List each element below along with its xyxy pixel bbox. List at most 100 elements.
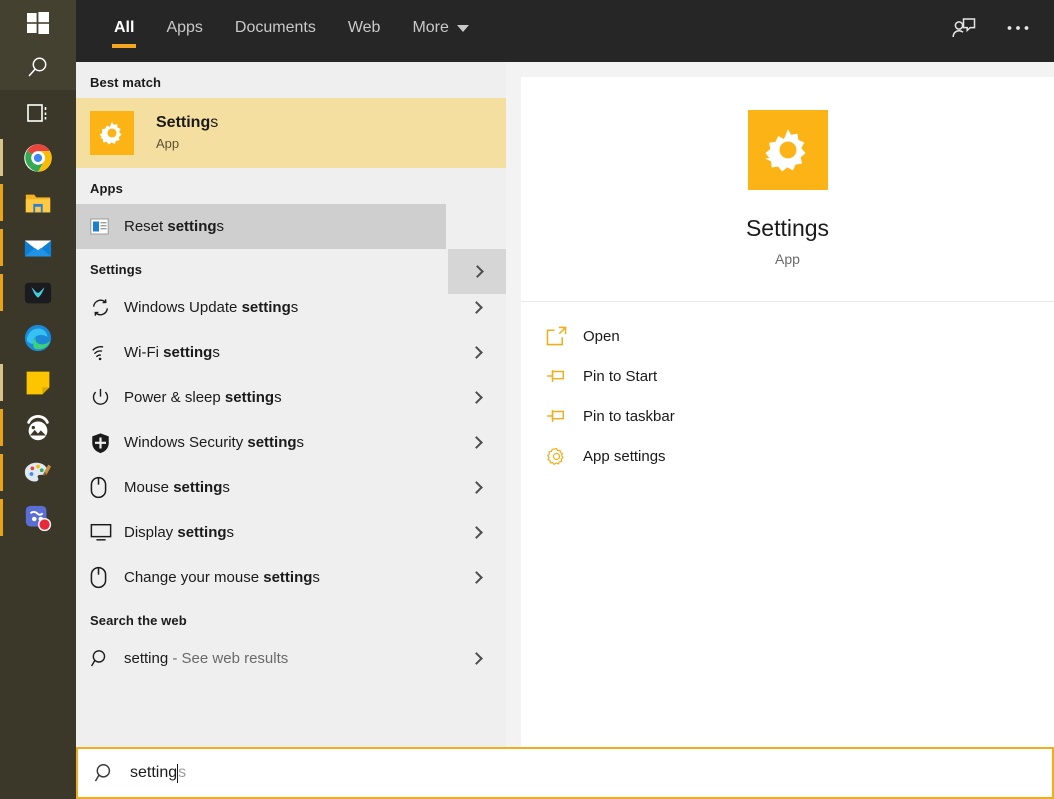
best-match-row[interactable]: Settings App [76,98,506,168]
search-button[interactable] [0,45,76,90]
open-icon [546,326,583,346]
list-item-windows-security-settings[interactable]: Windows Security settings [76,420,506,465]
tab-apps[interactable]: Apps [150,0,218,56]
chevron-right-icon [469,481,483,494]
tab-documents[interactable]: Documents [219,0,332,56]
taskbar-mail[interactable] [0,225,76,270]
list-item-wifi-settings[interactable]: Wi-Fi settings [76,330,506,375]
tab-web[interactable]: Web [332,0,397,56]
expand-button[interactable] [446,636,506,681]
label-pre: Mouse [124,479,174,496]
power-icon [90,387,124,408]
task-view-button[interactable] [0,90,76,135]
list-item-change-your-mouse-settings[interactable]: Change your mouse settings [76,555,506,600]
action-pin-to-start[interactable]: Pin to Start [521,356,1054,396]
folder-icon [25,194,51,212]
best-match-title: Settings [156,113,218,133]
label-post: s [296,434,305,451]
label-post: s [290,299,299,316]
predator-icon [24,282,52,303]
taskbar-sticky-notes[interactable] [0,360,76,405]
search-tabs: All Apps Documents Web More [76,0,485,56]
ellipsis-icon [1007,26,1029,30]
action-app-settings[interactable]: App settings [521,436,1054,476]
expand-button[interactable] [446,420,506,465]
chrome-icon [24,143,52,172]
search-icon [28,57,47,76]
expand-button[interactable] [446,330,506,375]
label-post: s [216,218,225,235]
label-bold: setting [173,479,223,496]
start-button[interactable] [0,0,76,45]
label-pre: setting [124,650,169,667]
settings-app-icon-large [747,110,828,190]
search-input[interactable]: setting s [130,763,187,783]
expand-button[interactable] [446,555,506,600]
settings-header: Settings [90,262,143,277]
preview-card: Settings App Open Pin to Start Pin to ta… [521,77,1054,747]
label-post: s [212,344,220,361]
control-panel-icon [90,218,124,235]
list-item-label: Wi-Fi settings [124,344,220,361]
gear-icon [99,121,122,145]
taskbar-chrome[interactable] [0,135,76,180]
label-pre: Display [124,524,178,541]
chevron-right-icon [469,571,483,584]
list-item-label: Windows Update settings [124,299,298,316]
monitor-icon [90,523,124,542]
label-pre: Wi-Fi [124,344,164,361]
label-bold: setting [177,524,227,541]
chevron-down-icon [456,24,469,32]
tab-more[interactable]: More [396,0,484,56]
list-item-label: Mouse settings [124,479,230,496]
results-panel: Best match Settings App Apps Reset setti… [76,62,506,747]
preview-app-name: Settings [745,215,830,241]
label-bold: setting [263,569,313,586]
app-result-container: Reset settings [76,204,506,294]
list-item-mouse-settings[interactable]: Mouse settings [76,465,506,510]
preview-actions: Open Pin to Start Pin to taskbar App set… [521,302,1054,476]
taskbar-edge[interactable] [0,315,76,360]
action-open[interactable]: Open [521,316,1054,356]
wifi-icon [90,343,124,362]
list-item-windows-update-settings[interactable]: Windows Update settings [76,285,506,330]
label-pre: Windows Security [124,434,248,451]
action-label: Pin to Start [583,367,658,385]
edge-icon [24,324,52,351]
sync-icon [90,297,124,318]
taskbar-accent [0,454,3,491]
action-pin-to-taskbar[interactable]: Pin to taskbar [521,396,1054,436]
expand-button[interactable] [446,510,506,555]
chevron-right-icon [469,391,483,404]
pin-icon [546,407,583,425]
mouse-icon [90,566,124,589]
expand-button[interactable] [446,465,506,510]
more-options-button[interactable] [996,6,1040,50]
search-box[interactable]: setting s [76,747,1054,799]
taskbar-file-explorer[interactable] [0,180,76,225]
list-item-power-sleep-settings[interactable]: Power & sleep settings [76,375,506,420]
search-flyout: All Apps Documents Web More Best match S… [76,0,1054,747]
windows-logo-icon [27,11,49,34]
best-match-subtitle: App [156,136,180,151]
taskbar-screen-recorder[interactable] [0,495,76,540]
tab-all[interactable]: All [98,0,150,56]
list-item-web-result[interactable]: setting - See web results [76,636,506,681]
taskbar-paint[interactable] [0,450,76,495]
expand-button[interactable] [446,375,506,420]
list-item-reset-settings[interactable]: Reset settings [76,204,446,249]
search-suggestion-text: s [178,764,187,781]
label-bold: setting [247,434,297,451]
feedback-button[interactable] [942,6,986,50]
windows-search-screen: All Apps Documents Web More Best match S… [0,0,1054,799]
taskbar-photos[interactable] [0,405,76,450]
taskbar-predator[interactable] [0,270,76,315]
list-item-display-settings[interactable]: Display settings [76,510,506,555]
expand-button[interactable] [446,285,506,330]
action-label: App settings [583,447,666,465]
header-actions [942,0,1040,56]
mouse-icon [90,476,124,499]
chevron-right-icon [469,652,483,665]
search-the-web-header: Search the web [90,613,187,628]
preview-panel: Settings App Open Pin to Start Pin to ta… [506,62,1054,747]
